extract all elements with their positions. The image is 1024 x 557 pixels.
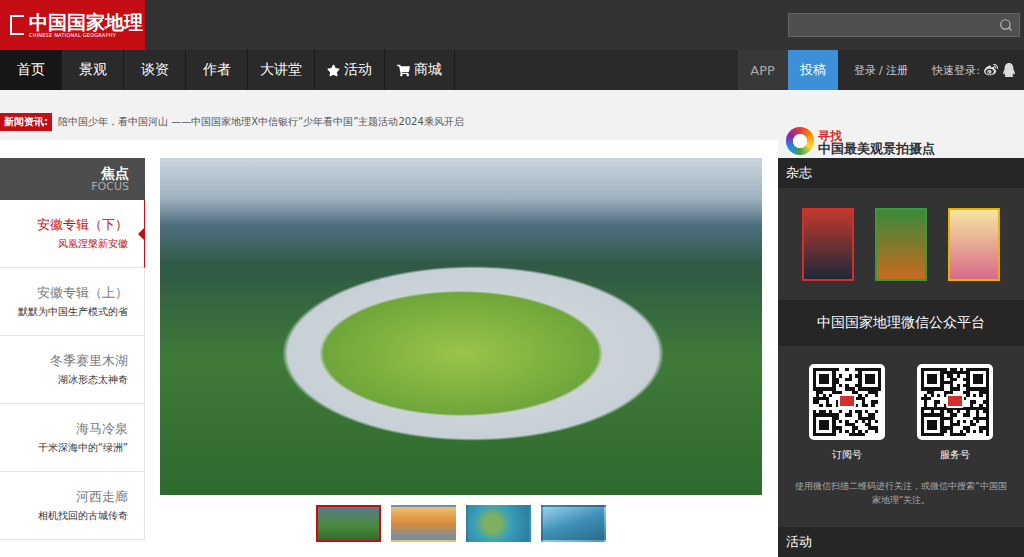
qr-box xyxy=(809,364,885,440)
logo-frame-icon xyxy=(10,15,24,35)
focus-list: 焦点FOCUS安徽专辑（下）凤凰涅槃新安徽安徽专辑（上）默默为中国生产模式的省冬… xyxy=(0,158,145,557)
promo-banner[interactable]: 寻找中国最美观景拍摄点 xyxy=(778,90,1024,158)
login-link[interactable]: 登录 / 注册 xyxy=(838,50,917,90)
magazine-row xyxy=(778,188,1024,300)
qr-badge-icon xyxy=(946,394,964,408)
search-box xyxy=(788,13,1020,37)
news-label: 新闻资讯: xyxy=(0,113,52,131)
logo-title: 中国国家地理 xyxy=(29,12,139,33)
nav-item[interactable]: 大讲堂 xyxy=(248,50,315,90)
content: 新闻资讯: 陪中国少年，看中国河山 ——中国国家地理X中信银行“少年看中国”主题活… xyxy=(0,90,1024,557)
submit-button[interactable]: 投稿 xyxy=(788,50,838,90)
focus-item[interactable]: 安徽专辑（下）凤凰涅槃新安徽 xyxy=(0,200,145,268)
news-text[interactable]: 陪中国少年，看中国河山 ——中国国家地理X中信银行“少年看中国”主题活动2024… xyxy=(58,115,464,129)
header: 中国国家地理CHINESE NATIONAL GEOGRAPHY xyxy=(0,0,1024,50)
qr-card: 服务号 xyxy=(917,364,993,462)
activity-header: 活动 xyxy=(778,527,1024,557)
news-ticker: 新闻资讯: 陪中国少年，看中国河山 ——中国国家地理X中信银行“少年看中国”主题活… xyxy=(0,90,778,140)
focus-item[interactable]: 河西走廊相机找回的古城传奇 xyxy=(0,472,145,540)
focus-item[interactable]: 安徽专辑（上）默默为中国生产模式的省 xyxy=(0,268,145,336)
logo-text: 中国国家地理CHINESE NATIONAL GEOGRAPHY xyxy=(29,12,139,38)
cart-icon xyxy=(397,64,410,77)
nav-item[interactable]: 商城 xyxy=(385,50,455,90)
focus-item[interactable]: 冬季赛里木湖湖冰形态太神奇 xyxy=(0,336,145,404)
wechat-note: 使用微信扫描二维码进行关注，或微信中搜索“中国国家地理”关注。 xyxy=(778,462,1024,519)
qr-label: 订阅号 xyxy=(832,448,862,462)
magazine-cover[interactable] xyxy=(802,208,854,281)
qq-icon[interactable] xyxy=(1002,63,1016,77)
magazine-cover[interactable] xyxy=(875,208,927,281)
sidebar: 寻找中国最美观景拍摄点杂志中国国家地理微信公众平台订阅号 服务号使用微信扫描二维码… xyxy=(778,90,1024,557)
thumbnail[interactable] xyxy=(391,505,456,542)
nav-bar: 首页景观谈资作者大讲堂活动商城 APP投稿登录 / 注册快速登录: xyxy=(0,50,1024,90)
thumbnail[interactable] xyxy=(541,505,606,542)
nav-item[interactable]: 作者 xyxy=(186,50,248,90)
magazine-cover[interactable] xyxy=(948,208,1000,281)
star-icon xyxy=(327,64,340,77)
nav-item[interactable]: 首页 xyxy=(0,50,62,90)
focus-item[interactable]: 海马冷泉千米深海中的“绿洲” xyxy=(0,404,145,472)
weibo-icon[interactable] xyxy=(984,63,998,77)
search-icon[interactable] xyxy=(999,18,1013,32)
logo[interactable]: 中国国家地理CHINESE NATIONAL GEOGRAPHY xyxy=(0,0,145,50)
qr-badge-icon xyxy=(838,394,856,408)
sidebar-panel: 杂志中国国家地理微信公众平台订阅号 服务号使用微信扫描二维码进行关注，或微信中搜索… xyxy=(778,158,1024,557)
thumbnail-row xyxy=(160,505,762,542)
promo-ring-icon xyxy=(786,127,814,155)
quick-login: 快速登录: xyxy=(916,50,1024,90)
wechat-title: 中国国家地理微信公众平台 xyxy=(778,300,1024,346)
qr-row: 订阅号 服务号 xyxy=(778,346,1024,462)
magazines-header: 杂志 xyxy=(778,158,1024,188)
featured-photo[interactable] xyxy=(160,158,762,495)
qr-box xyxy=(917,364,993,440)
thumbnail[interactable] xyxy=(316,505,381,542)
focus-panel: 焦点FOCUS安徽专辑（下）凤凰涅槃新安徽安徽专辑（上）默默为中国生产模式的省冬… xyxy=(0,140,778,557)
focus-header: 焦点FOCUS xyxy=(0,158,145,200)
nav-item[interactable]: 活动 xyxy=(315,50,385,90)
qr-card: 订阅号 xyxy=(809,364,885,462)
page: 中国国家地理CHINESE NATIONAL GEOGRAPHY 首页景观谈资作者… xyxy=(0,0,1024,557)
qr-label: 服务号 xyxy=(940,448,970,462)
slideshow xyxy=(160,158,762,557)
app-link[interactable]: APP xyxy=(738,50,788,90)
thumbnail[interactable] xyxy=(466,505,531,542)
search-input[interactable] xyxy=(795,17,999,33)
main-column: 新闻资讯: 陪中国少年，看中国河山 ——中国国家地理X中信银行“少年看中国”主题活… xyxy=(0,90,778,557)
nav-item[interactable]: 谈资 xyxy=(124,50,186,90)
logo-subtitle: CHINESE NATIONAL GEOGRAPHY xyxy=(29,33,139,39)
nav-item[interactable]: 景观 xyxy=(62,50,124,90)
